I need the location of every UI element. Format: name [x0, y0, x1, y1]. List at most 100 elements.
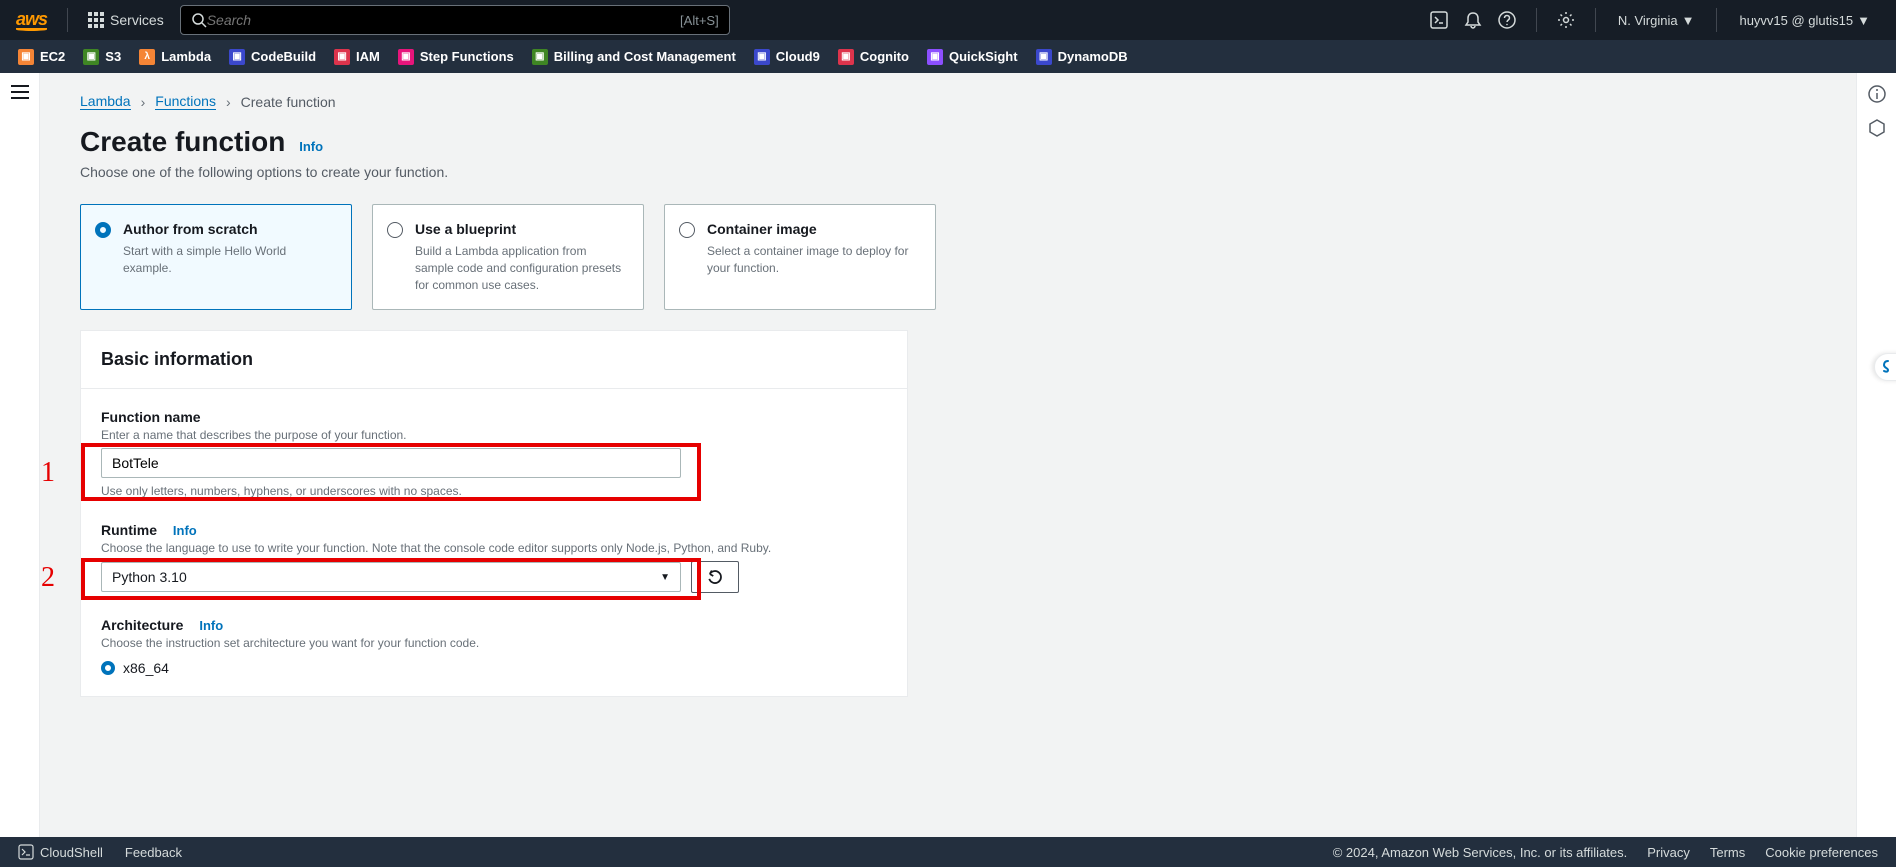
page-title: Create function — [80, 126, 285, 157]
field-label: Function name — [101, 409, 887, 425]
field-hint: Choose the language to use to write your… — [101, 541, 887, 555]
left-rail — [0, 73, 40, 837]
divider — [67, 8, 68, 32]
radio-icon — [101, 661, 115, 675]
region-selector[interactable]: N. Virginia ▼ — [1608, 13, 1705, 28]
fav-codebuild[interactable]: ▣CodeBuild — [229, 49, 316, 65]
caret-down-icon: ▼ — [660, 572, 670, 583]
runtime-select[interactable]: Python 3.10 ▼ — [101, 562, 681, 592]
fav-cognito[interactable]: ▣Cognito — [838, 49, 909, 65]
services-button[interactable]: Services — [80, 8, 172, 32]
creation-options: Author from scratch Start with a simple … — [80, 204, 1530, 310]
arch-option-x86[interactable]: x86_64 — [101, 660, 887, 676]
hexagon-icon[interactable] — [1868, 119, 1886, 137]
fav-billing[interactable]: ▣Billing and Cost Management — [532, 49, 736, 65]
panel-title: Basic information — [101, 349, 887, 370]
billing-icon: ▣ — [532, 49, 548, 65]
breadcrumb-current: Create function — [241, 94, 336, 110]
breadcrumb-functions[interactable]: Functions — [155, 93, 216, 110]
iam-icon: ▣ — [334, 49, 350, 65]
breadcrumb: Lambda › Functions › Create function — [80, 93, 1530, 110]
divider — [1716, 8, 1717, 32]
aws-logo[interactable]: aws — [16, 9, 47, 31]
search-shortcut: [Alt+S] — [680, 13, 719, 28]
s3-icon: ▣ — [83, 49, 99, 65]
radio-icon — [95, 222, 111, 238]
info-link[interactable]: Info — [199, 618, 223, 633]
field-label: Architecture — [101, 617, 183, 633]
field-hint: Choose the instruction set architecture … — [101, 636, 887, 650]
caret-down-icon: ▼ — [1857, 13, 1870, 28]
option-use-blueprint[interactable]: Use a blueprint Build a Lambda applicati… — [372, 204, 644, 310]
privacy-link[interactable]: Privacy — [1647, 845, 1690, 860]
function-name-field: Function name Enter a name that describe… — [101, 409, 887, 498]
cognito-icon: ▣ — [838, 49, 854, 65]
fav-stepfunctions[interactable]: ▣Step Functions — [398, 49, 514, 65]
radio-icon — [679, 222, 695, 238]
amazon-q-badge[interactable] — [1874, 353, 1896, 381]
main-content: Lambda › Functions › Create function Cre… — [40, 73, 1856, 837]
services-label: Services — [110, 12, 164, 28]
info-panel-icon[interactable] — [1868, 85, 1886, 103]
fav-iam[interactable]: ▣IAM — [334, 49, 380, 65]
caret-down-icon: ▼ — [1682, 13, 1695, 28]
chevron-right-icon: › — [226, 94, 231, 110]
info-link[interactable]: Info — [299, 139, 323, 154]
architecture-field: Architecture Info Choose the instruction… — [101, 617, 887, 676]
global-search[interactable]: [Alt+S] — [180, 5, 730, 35]
dynamodb-icon: ▣ — [1036, 49, 1052, 65]
runtime-field: Runtime Info Choose the language to use … — [101, 522, 887, 593]
codebuild-icon: ▣ — [229, 49, 245, 65]
top-nav: aws Services [Alt+S] N. Virginia ▼ huyvv… — [0, 0, 1896, 40]
refresh-button[interactable] — [691, 561, 739, 593]
fav-ec2[interactable]: ▣EC2 — [18, 49, 65, 65]
info-link[interactable]: Info — [173, 523, 197, 538]
copyright: © 2024, Amazon Web Services, Inc. or its… — [1333, 845, 1628, 860]
cookies-link[interactable]: Cookie preferences — [1765, 845, 1878, 860]
page-subtitle: Choose one of the following options to c… — [80, 164, 1530, 180]
fav-cloud9[interactable]: ▣Cloud9 — [754, 49, 820, 65]
footer: CloudShell Feedback © 2024, Amazon Web S… — [0, 837, 1896, 867]
terms-link[interactable]: Terms — [1710, 845, 1745, 860]
fav-lambda[interactable]: λLambda — [139, 49, 211, 65]
feedback-link[interactable]: Feedback — [125, 845, 182, 860]
ec2-icon: ▣ — [18, 49, 34, 65]
help-icon[interactable] — [1490, 3, 1524, 37]
breadcrumb-lambda[interactable]: Lambda — [80, 93, 131, 110]
field-constraint: Use only letters, numbers, hyphens, or u… — [101, 484, 887, 498]
stepfunctions-icon: ▣ — [398, 49, 414, 65]
settings-icon[interactable] — [1549, 3, 1583, 37]
chevron-right-icon: › — [141, 94, 146, 110]
cloudshell-icon[interactable] — [1422, 3, 1456, 37]
divider — [1595, 8, 1596, 32]
field-hint: Enter a name that describes the purpose … — [101, 428, 887, 442]
runtime-value: Python 3.10 — [112, 569, 187, 585]
basic-info-panel: Basic information Function name Enter a … — [80, 330, 908, 697]
fav-quicksight[interactable]: ▣QuickSight — [927, 49, 1018, 65]
refresh-icon — [706, 568, 724, 586]
lambda-icon: λ — [139, 49, 155, 65]
option-container-image[interactable]: Container image Select a container image… — [664, 204, 936, 310]
divider — [1536, 8, 1537, 32]
fav-dynamodb[interactable]: ▣DynamoDB — [1036, 49, 1128, 65]
notifications-icon[interactable] — [1456, 3, 1490, 37]
option-author-from-scratch[interactable]: Author from scratch Start with a simple … — [80, 204, 352, 310]
fav-s3[interactable]: ▣S3 — [83, 49, 121, 65]
option-desc: Select a container image to deploy for y… — [707, 243, 919, 277]
function-name-input[interactable] — [101, 448, 681, 478]
annotation-number-2: 2 — [41, 562, 55, 594]
right-rail — [1856, 73, 1896, 837]
favorites-bar: ▣EC2 ▣S3 λLambda ▣CodeBuild ▣IAM ▣Step F… — [0, 40, 1896, 73]
option-title: Author from scratch — [123, 221, 335, 237]
search-icon — [191, 12, 207, 28]
cloudshell-button[interactable]: CloudShell — [18, 844, 103, 860]
annotation-number-1: 1 — [41, 457, 55, 489]
option-desc: Build a Lambda application from sample c… — [415, 243, 627, 293]
account-selector[interactable]: huyvv15 @ glutis15 ▼ — [1729, 13, 1880, 28]
search-input[interactable] — [207, 12, 680, 28]
cloud9-icon: ▣ — [754, 49, 770, 65]
arch-value: x86_64 — [123, 660, 169, 676]
field-label: Runtime — [101, 522, 157, 538]
option-title: Use a blueprint — [415, 221, 627, 237]
menu-toggle[interactable] — [11, 85, 29, 99]
